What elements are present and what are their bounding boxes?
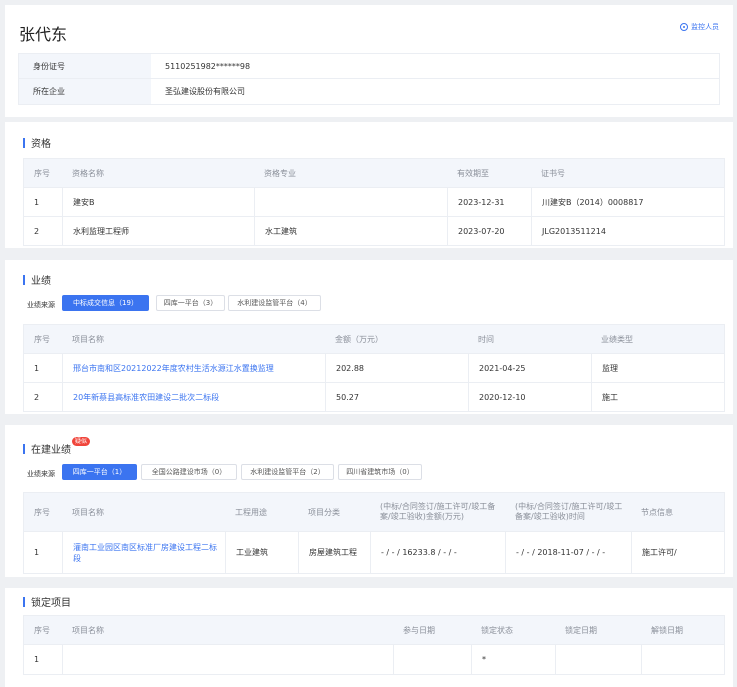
- table-header: 序号 项目名称 工程用途 项目分类 (中标/合同签订/施工许可/竣工备案/竣工验…: [23, 492, 725, 532]
- qualifications-title: 资格: [23, 135, 51, 150]
- performance-filter-label: 业绩来源: [27, 301, 55, 309]
- chip-bid-info[interactable]: 中标成交信息（19）: [62, 295, 149, 311]
- performance-panel: 业绩 业绩来源 中标成交信息（19） 四库一平台（3） 水利建设监管平台（4） …: [5, 260, 733, 414]
- project-link[interactable]: 20年新蔡县高标准农田建设二批次二标段: [62, 383, 325, 411]
- qualifications-table: 序号 资格名称 资格专业 有效期至 证书号 1 建安B 2023-12-31 川…: [23, 158, 725, 246]
- monitor-label: 监控人员: [691, 23, 719, 31]
- table-header: 序号 项目名称 参与日期 锁定状态 锁定日期 解锁日期: [23, 615, 725, 645]
- person-name: 张代东: [19, 25, 68, 44]
- qualifications-panel: 资格 序号 资格名称 资格专业 有效期至 证书号 1 建安B 2023-12-3…: [5, 122, 733, 248]
- table-row: 2 水利监理工程师 水工建筑 2023-07-20 JLG2013511214: [23, 217, 725, 246]
- performance-table: 序号 项目名称 金额（万元） 时间 业绩类型 1 邢台市南和区20212022年…: [23, 324, 725, 412]
- table-row: 2 20年新蔡县高标准农田建设二批次二标段 50.27 2020-12-10 施…: [23, 383, 725, 412]
- table-header: 序号 项目名称 金额（万元） 时间 业绩类型: [23, 324, 725, 354]
- eye-icon: [680, 23, 688, 31]
- chip-highway-market[interactable]: 全国公路建设市场（0）: [141, 464, 237, 480]
- chip-sichuan-market[interactable]: 四川省建筑市场（0）: [338, 464, 422, 480]
- company-value: 圣弘建设股份有限公司: [165, 87, 245, 96]
- ongoing-table: 序号 项目名称 工程用途 项目分类 (中标/合同签订/施工许可/竣工备案/竣工验…: [23, 492, 725, 574]
- chip-water-platform[interactable]: 水利建设监管平台（4）: [228, 295, 321, 311]
- table-row: 1 邢台市南和区20212022年度农村生活水源江水置换监理 202.88 20…: [23, 354, 725, 383]
- id-label: 身份证号: [19, 54, 151, 78]
- person-info-table: 身份证号 5110251982******98 所在企业 圣弘建设股份有限公司: [18, 53, 720, 105]
- table-row: 1 建安B 2023-12-31 川建安B（2014）0008817: [23, 188, 725, 217]
- company-label: 所在企业: [19, 79, 151, 104]
- locked-panel: 锁定项目 序号 项目名称 参与日期 锁定状态 锁定日期 解锁日期 1 *: [5, 588, 733, 687]
- project-link[interactable]: 邢台市南和区20212022年度农村生活水源江水置换监理: [62, 354, 325, 382]
- table-header: 序号 资格名称 资格专业 有效期至 证书号: [23, 158, 725, 188]
- suspected-badge: 疑似: [72, 437, 91, 446]
- chip-water-platform[interactable]: 水利建设监管平台（2）: [241, 464, 334, 480]
- ongoing-title: 在建业绩 疑似: [23, 437, 91, 456]
- ongoing-panel: 在建业绩 疑似 业绩来源 四库一平台（1） 全国公路建设市场（0） 水利建设监管…: [5, 425, 733, 577]
- id-value: 5110251982******98: [165, 61, 251, 71]
- chip-siku-platform[interactable]: 四库一平台（3）: [156, 295, 225, 311]
- table-row: 1 *: [23, 645, 725, 675]
- locked-table: 序号 项目名称 参与日期 锁定状态 锁定日期 解锁日期 1 *: [23, 615, 725, 675]
- performance-title: 业绩: [23, 272, 51, 287]
- project-link[interactable]: 灌南工业园区南区标准厂房建设工程二标段: [62, 532, 225, 573]
- locked-title: 锁定项目: [23, 594, 71, 609]
- person-panel: 张代东 监控人员 身份证号 5110251982******98 所在企业 圣弘…: [5, 5, 733, 117]
- chip-siku-platform[interactable]: 四库一平台（1）: [62, 464, 137, 480]
- monitor-person-button[interactable]: 监控人员: [680, 22, 719, 32]
- ongoing-filter-label: 业绩来源: [27, 470, 55, 478]
- table-row: 1 灌南工业园区南区标准厂房建设工程二标段 工业建筑 房屋建筑工程 - / - …: [23, 532, 725, 574]
